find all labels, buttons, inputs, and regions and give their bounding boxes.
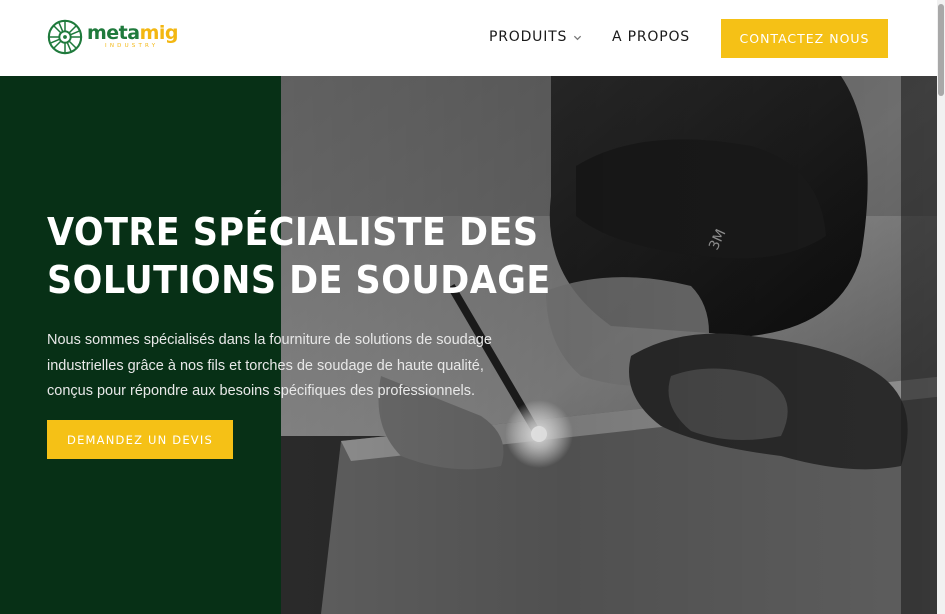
hero-title-line-1: VOTRE SPÉCIALISTE DES (47, 210, 539, 254)
hero-description-line-1: Nous sommes spécialisés dans la fournitu… (47, 332, 492, 348)
site-header: metamig INDUSTRY PRODUITS A PROPOS CONTA… (0, 0, 945, 76)
logo-word-meta: meta (87, 22, 140, 45)
logo-tagline: INDUSTRY (105, 43, 159, 50)
hero-title: VOTRE SPÉCIALISTE DES SOLUTIONS DE SOUDA… (47, 208, 562, 304)
page-scrollbar[interactable] (937, 0, 945, 614)
logo-word-mig: mig (139, 22, 179, 45)
scrollbar-thumb[interactable] (938, 4, 944, 96)
chevron-down-icon (574, 35, 582, 40)
contact-button[interactable]: CONTACTEZ NOUS (721, 19, 888, 58)
nav-item-a-propos[interactable]: A PROPOS (612, 29, 690, 45)
hero-title-line-2: SOLUTIONS DE SOUDAGE (47, 258, 551, 302)
nav-item-produits[interactable]: PRODUITS (489, 29, 582, 45)
hero-description-line-2: industrielles grâce à nos fils et torche… (47, 357, 484, 374)
nav-item-produits-label: PRODUITS (489, 29, 568, 45)
nav-item-a-propos-label: A PROPOS (612, 29, 690, 45)
logo[interactable]: metamig INDUSTRY (46, 18, 179, 56)
logo-gear-icon (47, 19, 83, 55)
logo-text: metamig INDUSTRY (87, 22, 179, 50)
hero-description: Nous sommes spécialisés dans la fournitu… (47, 328, 557, 405)
logo-wordmark: metamig (87, 22, 179, 45)
hero-section: 3M VOTRE SPÉCIALISTE DES SOLUTIONS DE SO… (0, 76, 945, 614)
quote-request-button[interactable]: DEMANDEZ UN DEVIS (47, 420, 233, 459)
hero-description-line-3: conçus pour répondre aux besoins spécifi… (47, 383, 476, 399)
